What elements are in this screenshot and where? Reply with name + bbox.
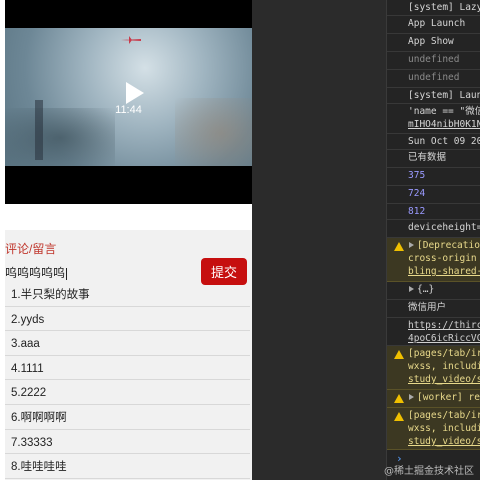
console-text: [system] Lazy	[408, 2, 480, 13]
comment-list: 1.半只梨的故事 2.yyds 3.aaa 4.1111 5.2222 6.啊啊啊啊 7.3…	[5, 282, 250, 479]
warning-icon	[394, 350, 404, 359]
comment-item: 5.2222	[5, 380, 250, 405]
console-row: undefined	[387, 52, 480, 70]
console-row: deviceheight=	[387, 220, 480, 238]
console-row: 812	[387, 204, 480, 220]
console-text: deviceheight=	[408, 222, 480, 233]
console-text: {…}	[417, 284, 435, 295]
warning-icon	[394, 394, 404, 403]
watermark: @稀土掘金技术社区	[384, 466, 474, 477]
comment-item: 7.33333	[5, 430, 250, 455]
comment-section: 评论/留言 呜呜呜呜呜 提交 1.半只梨的故事 2.yyds 3.aaa 4.1111…	[5, 230, 252, 480]
panel-gap	[252, 0, 386, 480]
video-duration: 11:44	[115, 104, 142, 116]
console-text: bling-shared-	[408, 266, 480, 277]
console-text: [worker] re	[417, 392, 480, 403]
console-row: App Launch	[387, 16, 480, 34]
expand-arrow-icon[interactable]	[409, 394, 414, 400]
comment-item: 4.1111	[5, 356, 250, 381]
comment-input-value: 呜呜呜呜呜	[5, 266, 66, 280]
console-text: 4poC6icRiccVC	[408, 333, 480, 344]
console-row: https://thirc 4poC6icRiccVC	[387, 318, 480, 346]
text-caret	[66, 267, 68, 280]
console-panel: [system] Lazy App Launch App Show undefined…	[386, 0, 480, 480]
console-text: study_video/s	[408, 374, 480, 385]
console-warning-row: [pages/tab/ir wxss, includi study_video/s	[387, 408, 480, 450]
console-text: Sun Oct 09 20	[408, 136, 480, 147]
console-text: [Deprecation	[417, 240, 480, 251]
console-text: wxss, includi	[408, 423, 480, 434]
console-row: 375	[387, 168, 480, 186]
console-text: App Show	[408, 36, 454, 47]
console-text: [pages/tab/ir	[408, 410, 480, 421]
expand-arrow-icon[interactable]	[409, 242, 414, 248]
console-text: 微信用户	[408, 302, 447, 313]
comment-input[interactable]: 呜呜呜呜呜	[5, 264, 195, 282]
play-icon[interactable]	[119, 79, 147, 107]
console-text: App Launch	[408, 18, 466, 29]
console-text: 812	[408, 206, 426, 217]
warning-icon	[394, 242, 404, 251]
console-text: 724	[408, 188, 426, 199]
comment-item: 8.哇哇哇哇	[5, 454, 250, 479]
comment-title: 评论/留言	[5, 242, 57, 256]
phone-preview: 11:44 评论/留言 呜呜呜呜呜 提交 1.半只梨的故事 2.yyds 3.aaa…	[0, 0, 252, 480]
console-text: mIHO4nibH0K1N	[408, 119, 480, 130]
comment-item: 1.半只梨的故事	[5, 282, 250, 307]
console-warning-row: [pages/tab/ir wxss, includi study_video/s	[387, 346, 480, 390]
console-text: https://thirc	[408, 320, 480, 331]
console-warning-row: [worker] re	[387, 390, 480, 408]
console-text: cross-origin	[408, 253, 477, 264]
console-row: 724	[387, 186, 480, 204]
video-player[interactable]: 11:44	[5, 0, 252, 204]
console-text: 已有数据	[408, 152, 447, 163]
console-row: App Show	[387, 34, 480, 52]
console-text: wxss, includi	[408, 361, 480, 372]
video-frame: 11:44	[5, 28, 252, 166]
console-row: undefined	[387, 70, 480, 88]
console-text: study_video/s	[408, 436, 480, 447]
console-warning-row: [Deprecation cross-origin bling-shared-	[387, 238, 480, 282]
console-row: Sun Oct 09 20	[387, 134, 480, 150]
console-row: {…}	[387, 282, 480, 300]
console-text: [system] Laun	[408, 90, 480, 101]
console-row: 已有数据	[387, 150, 480, 168]
comment-item: 6.啊啊啊啊	[5, 405, 250, 430]
console-text: undefined	[408, 72, 460, 83]
submit-button[interactable]: 提交	[201, 258, 247, 285]
comment-item: 2.yyds	[5, 307, 250, 332]
console-row: 微信用户	[387, 300, 480, 318]
console-row: [system] Laun	[387, 88, 480, 104]
console-row: [system] Lazy	[387, 0, 480, 16]
plane-graphic	[121, 36, 141, 44]
warning-icon	[394, 412, 404, 421]
console-row: 'name == "微信 mIHO4nibH0K1N	[387, 104, 480, 134]
console-text: 375	[408, 170, 426, 181]
comment-item: 3.aaa	[5, 331, 250, 356]
console-text: [pages/tab/ir	[408, 348, 480, 359]
console-text: undefined	[408, 54, 460, 65]
console-text: 'name == "微信	[408, 106, 480, 117]
expand-arrow-icon[interactable]	[409, 286, 414, 292]
